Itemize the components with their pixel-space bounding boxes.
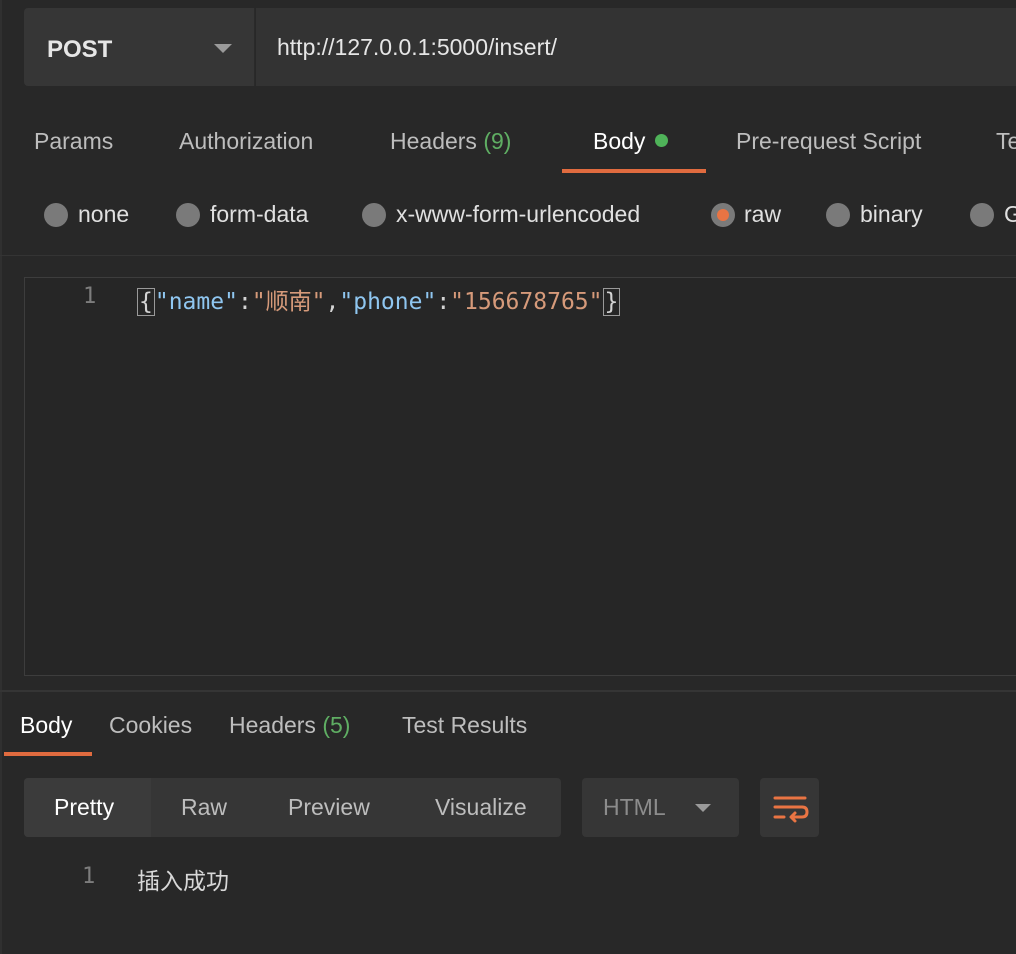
json-open-brace: { (137, 288, 155, 316)
tab-headers[interactable]: Headers (9) (390, 128, 511, 155)
radio-binary[interactable] (826, 203, 850, 227)
response-tab-test-results[interactable]: Test Results (402, 712, 527, 739)
json-close-brace: } (602, 288, 621, 316)
tab-authorization[interactable]: Authorization (179, 128, 313, 155)
window-edge (0, 0, 2, 954)
response-tab-cookies[interactable]: Cookies (109, 712, 192, 739)
chevron-down-icon[interactable] (695, 804, 711, 812)
radio-raw[interactable] (711, 203, 735, 227)
request-body-editor[interactable] (24, 277, 1016, 676)
body-modified-dot-icon (655, 134, 669, 147)
tab-pre-request-script[interactable]: Pre-request Script (736, 128, 921, 155)
radio-form-data-label[interactable]: form-data (210, 201, 308, 228)
radio-raw-label[interactable]: raw (744, 201, 781, 228)
editor-line-number: 1 (83, 284, 97, 309)
response-headers-count-badge: (5) (322, 712, 351, 738)
view-pretty-button[interactable]: Pretty (54, 794, 114, 821)
editor-code-line[interactable]: {"name":"顺南","phone":"156678765"} (137, 282, 621, 316)
json-key-name: "name" (154, 289, 238, 315)
format-select-label: HTML (603, 794, 666, 820)
json-comma: , (325, 289, 340, 315)
response-tab-body[interactable]: Body (20, 712, 72, 739)
response-tab-headers-label: Headers (229, 712, 316, 738)
tab-params[interactable]: Params (34, 128, 113, 155)
url-text[interactable]: http://127.0.0.1:5000/insert/ (277, 34, 557, 61)
wrap-lines-icon (773, 796, 809, 823)
tab-tests[interactable]: Te (996, 128, 1016, 155)
view-preview-button[interactable]: Preview (288, 794, 370, 821)
wrap-lines-button[interactable] (760, 778, 819, 837)
radio-none-label[interactable]: none (78, 201, 129, 228)
divider (0, 255, 1016, 256)
json-key-phone: "phone" (339, 289, 437, 315)
panel-divider[interactable] (0, 690, 1016, 692)
radio-graphql-label[interactable]: G (1004, 201, 1016, 228)
view-visualize-button[interactable]: Visualize (435, 794, 527, 821)
json-colon: : (436, 289, 451, 315)
response-tab-body-underline (4, 752, 92, 756)
response-body-text: 插入成功 (137, 868, 229, 894)
tab-body[interactable]: Body (593, 128, 669, 155)
radio-urlencoded-label[interactable]: x-www-form-urlencoded (396, 201, 640, 228)
json-value-phone: "156678765" (450, 289, 603, 315)
response-tab-headers[interactable]: Headers (5) (229, 712, 350, 739)
json-value-name: "顺南" (251, 289, 326, 315)
radio-binary-label[interactable]: binary (860, 201, 923, 228)
json-colon: : (237, 289, 252, 315)
headers-count-badge: (9) (483, 128, 512, 154)
method-label: POST (47, 36, 113, 63)
radio-graphql[interactable] (970, 203, 994, 227)
tab-body-label: Body (593, 128, 646, 154)
radio-urlencoded[interactable] (362, 203, 386, 227)
chevron-down-icon[interactable] (214, 44, 232, 53)
response-line-number: 1 (82, 864, 96, 889)
radio-form-data[interactable] (176, 203, 200, 227)
tab-headers-label: Headers (390, 128, 477, 154)
view-raw-button[interactable]: Raw (181, 794, 227, 821)
radio-none[interactable] (44, 203, 68, 227)
tab-body-underline (562, 169, 706, 173)
